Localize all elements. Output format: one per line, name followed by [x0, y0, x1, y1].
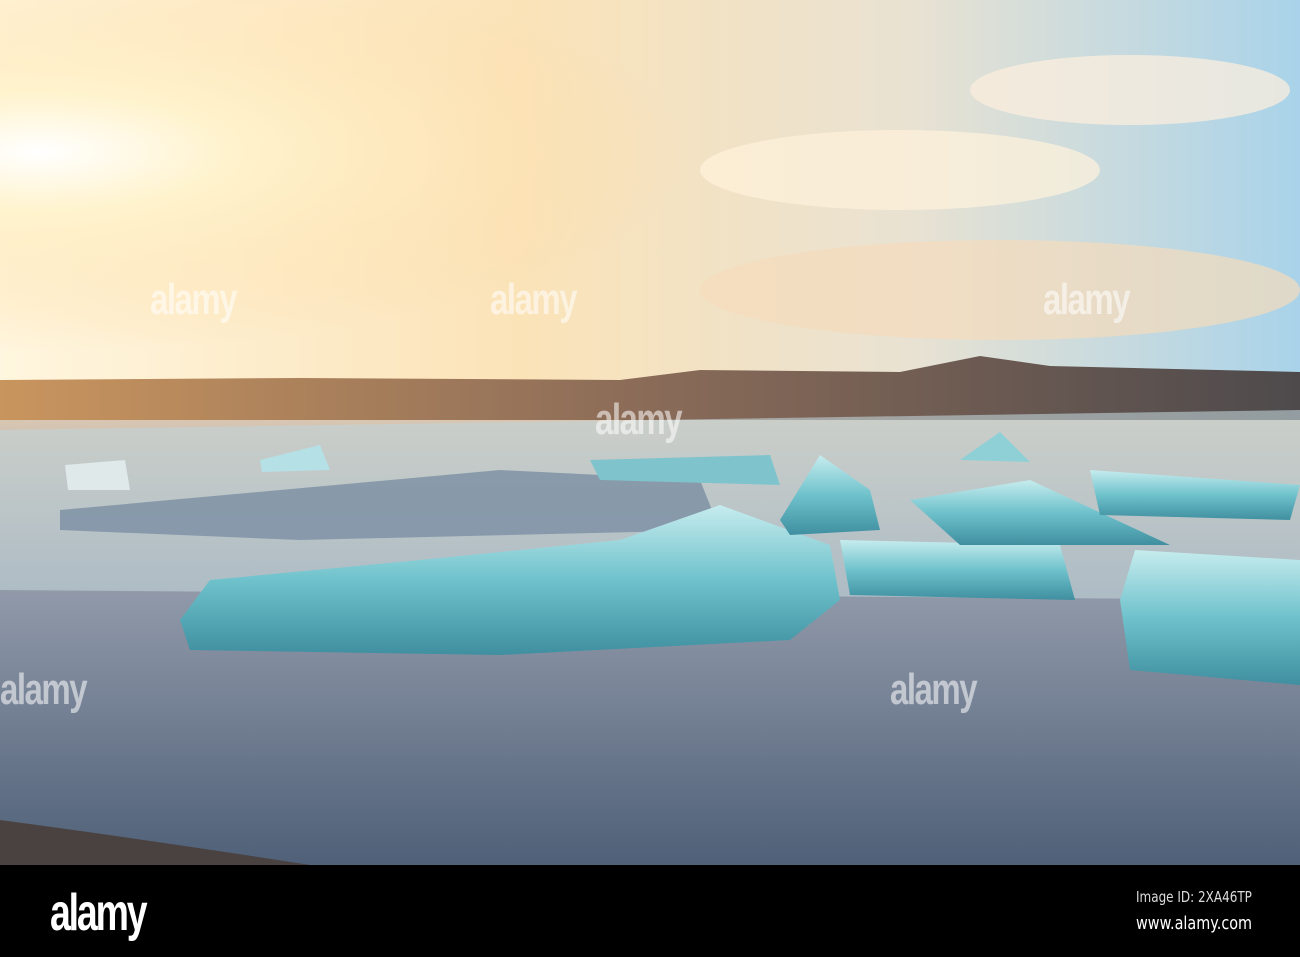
watermark: alamy [890, 665, 978, 714]
watermark: alamy [1043, 275, 1131, 324]
alamy-logo: alamy [50, 884, 148, 942]
watermark: alamy [0, 665, 88, 714]
footer-bar: alamy Image ID: 2XA46TP www.alamy.com [0, 865, 1300, 957]
watermark: alamy [490, 275, 578, 324]
watermark: alamy [595, 395, 683, 444]
site-url: www.alamy.com [1135, 913, 1252, 934]
stock-photo: alamy alamy alamy alamy alamy alamy alam… [0, 0, 1300, 957]
image-id: Image ID: 2XA46TP [1136, 888, 1252, 906]
watermark: alamy [150, 275, 238, 324]
